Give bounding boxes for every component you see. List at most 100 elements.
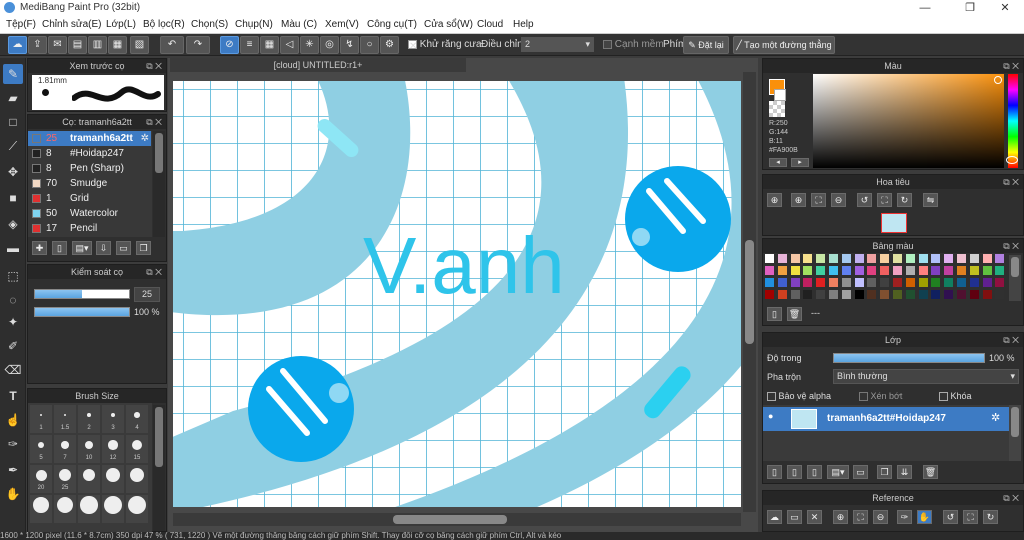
menu-view[interactable]: Xem(V) <box>325 19 359 30</box>
hand-tool-icon[interactable]: ✋ <box>3 484 23 504</box>
delete-layer-icon[interactable]: 🗑 <box>923 465 938 479</box>
brush-size-cell[interactable]: 10 <box>78 435 100 463</box>
palette-swatch[interactable] <box>982 254 992 263</box>
fit-icon[interactable]: ⛶ <box>811 193 826 207</box>
brush-size-cell[interactable]: 7 <box>54 435 76 463</box>
move-tool-icon[interactable]: ✥ <box>3 162 23 182</box>
brush-item[interactable]: 1 Grid <box>28 191 151 206</box>
brush-tool-icon[interactable]: ✎ <box>3 64 23 84</box>
layout-icon[interactable]: ▧ <box>130 36 149 54</box>
add-brush-icon[interactable]: ✚ <box>32 241 47 255</box>
palette-swatch[interactable] <box>905 290 915 299</box>
panel-close-icon[interactable]: ⧉ ✕ <box>146 115 162 129</box>
panel-close-icon[interactable]: ⧉ ✕ <box>1003 491 1019 505</box>
palette-swatch[interactable] <box>918 254 928 263</box>
palette-swatch[interactable] <box>982 278 992 287</box>
ref-rotate-right-icon[interactable]: ↻ <box>983 510 998 524</box>
palette-swatch[interactable] <box>931 254 941 263</box>
canvas-vscroll[interactable] <box>743 72 756 512</box>
brush-size-value[interactable]: 25 <box>134 287 160 302</box>
palette-swatch[interactable] <box>803 290 813 299</box>
brush-size-cell[interactable]: 25 <box>54 465 76 493</box>
ref-rotate-left-icon[interactable]: ↺ <box>943 510 958 524</box>
menu-file[interactable]: Tệp(F) <box>6 19 36 30</box>
brush-size-cell[interactable]: 12 <box>102 435 124 463</box>
palette-swatch[interactable] <box>931 278 941 287</box>
palette-swatch[interactable] <box>765 254 774 263</box>
palette-swatch[interactable] <box>867 290 877 299</box>
lasso-tool-icon[interactable]: ◌ <box>3 290 23 310</box>
parallel-snap-icon[interactable]: ≡ <box>240 36 259 54</box>
brush-item[interactable]: 50 Watercolor <box>28 206 151 221</box>
palette-swatch[interactable] <box>790 278 800 287</box>
close-button[interactable]: ✕ <box>990 0 1020 16</box>
palette-swatch[interactable] <box>829 290 838 299</box>
gradient-tool-icon[interactable]: ▬ <box>3 238 23 258</box>
menu-edit[interactable]: Chỉnh sửa(E) <box>42 19 102 30</box>
palette-swatch[interactable] <box>969 278 979 287</box>
palette-swatch[interactable] <box>777 290 787 299</box>
palette-swatch[interactable] <box>905 254 915 263</box>
palette-swatch[interactable] <box>995 254 1005 263</box>
ref-actual-size-icon[interactable]: ⛶ <box>963 510 978 524</box>
maximize-button[interactable]: ❐ <box>955 0 985 16</box>
palette-swatch[interactable] <box>854 278 864 287</box>
palette-swatch[interactable] <box>854 254 864 263</box>
ellipse-snap-icon[interactable]: ○ <box>360 36 379 54</box>
color-saturation-box[interactable] <box>813 74 1004 168</box>
brush-size-cell[interactable]: 3 <box>102 405 124 433</box>
palette-swatch[interactable] <box>790 254 800 263</box>
palette-swatch[interactable] <box>841 278 851 287</box>
panel-close-icon[interactable]: ⧉ ✕ <box>146 59 162 73</box>
rotate-left-icon[interactable]: ↺ <box>857 193 872 207</box>
palette-swatch[interactable] <box>803 254 813 263</box>
redo-icon[interactable]: ↷ <box>186 36 210 54</box>
palette-swatch[interactable] <box>816 290 826 299</box>
brush-opacity-slider[interactable] <box>34 307 130 317</box>
brush-list-scrollbar[interactable] <box>153 131 165 237</box>
duplicate-layer-icon[interactable]: ❐ <box>877 465 892 479</box>
brush-size-cell[interactable] <box>78 495 100 523</box>
palette-swatch[interactable] <box>816 266 826 275</box>
dropper-tool-icon[interactable]: ✑ <box>3 434 23 454</box>
palette-swatch[interactable] <box>777 254 787 263</box>
palette-swatch[interactable] <box>765 278 774 287</box>
flip-icon[interactable]: ⇋ <box>923 193 938 207</box>
palette-swatch[interactable] <box>944 266 954 275</box>
circle-snap-icon[interactable]: ◎ <box>320 36 339 54</box>
menu-select[interactable]: Chọn(S) <box>191 19 228 30</box>
palette-swatch[interactable] <box>905 266 915 275</box>
gear-icon[interactable]: ✲ <box>141 131 149 146</box>
palette-add-icon[interactable]: ▯ <box>767 307 782 321</box>
rotate-right-icon[interactable]: ↻ <box>897 193 912 207</box>
palette-swatch[interactable] <box>944 254 954 263</box>
palette-swatch[interactable] <box>957 254 966 263</box>
palette-swatch[interactable] <box>841 290 851 299</box>
no-snap-icon[interactable]: ⊘ <box>220 36 239 54</box>
select-pen-icon[interactable]: ✐ <box>3 336 23 356</box>
brush-size-cell[interactable]: 4 <box>126 405 148 433</box>
brush-size-cell[interactable]: 5 <box>30 435 52 463</box>
brush-size-cell[interactable] <box>78 465 100 493</box>
palette-swatch[interactable] <box>969 254 979 263</box>
menu-help[interactable]: Help <box>513 19 534 30</box>
color-add-icon[interactable]: ◂ <box>769 158 787 167</box>
document-icon[interactable]: ▤ <box>68 36 87 54</box>
hue-slider[interactable] <box>1006 74 1018 168</box>
operation-tool-icon[interactable]: ☝ <box>3 410 23 430</box>
ref-close-icon[interactable]: ✕ <box>807 510 822 524</box>
palette-swatch[interactable] <box>777 266 787 275</box>
palette-swatch[interactable] <box>816 254 826 263</box>
lock-checkbox[interactable] <box>939 392 948 402</box>
comment-icon[interactable]: ✉ <box>48 36 67 54</box>
fill-rect-icon[interactable]: ■ <box>3 188 23 208</box>
magic-wand-icon[interactable]: ✦ <box>3 312 23 332</box>
document-tab[interactable]: [cloud] UNTITLED:r1+ <box>170 58 466 72</box>
layer-menu-icon[interactable]: ▤▾ <box>827 465 849 479</box>
brush-item[interactable]: 17 Pencil <box>28 221 151 236</box>
palette-swatch[interactable] <box>880 254 890 263</box>
clip-checkbox[interactable] <box>859 392 868 402</box>
blend-mode-select[interactable]: Bình thường ▾ <box>833 369 1019 384</box>
palette-swatch[interactable] <box>931 290 941 299</box>
eraser-tool-icon[interactable]: ▰ <box>3 88 23 108</box>
